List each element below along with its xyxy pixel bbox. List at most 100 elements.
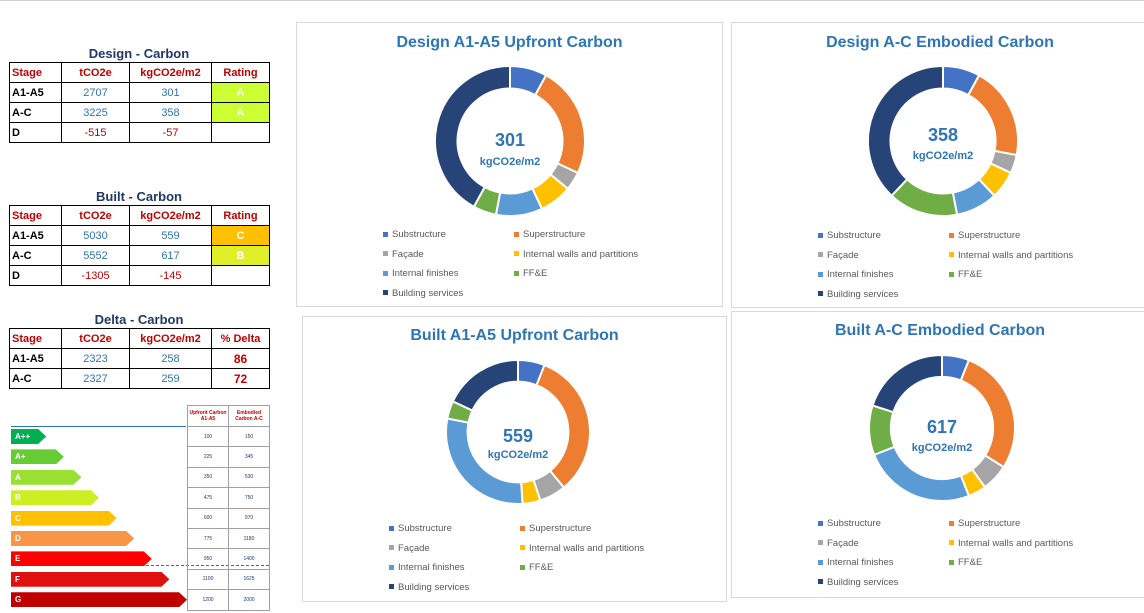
built-embodied-chart-panel: Built A-C Embodied Carbon 617 kgCO2e/m2 … [731,311,1144,598]
scale-row: 100 150 [187,425,270,448]
legend-item: Façade [383,249,424,260]
legend-label: FF&E [958,557,983,568]
rating-arrow-g: G [11,592,187,607]
donut-slice-internal-finishes [494,187,544,217]
legend-item: Internal walls and partitions [949,250,1073,261]
center-value: 358 [927,125,959,145]
legend-label: FF&E [958,269,983,280]
scale-row: 1200 2000 [187,589,270,611]
embodied-threshold: 1400 [228,548,270,570]
embodied-threshold: 530 [228,466,270,489]
header-cell: kgCO2e/m2 [129,205,212,226]
delta-percent-cell: 86 [211,348,270,369]
legend-label: Internal walls and partitions [529,542,645,554]
stage-cell: A-C [9,368,62,389]
tco2e-cell: -1305 [61,265,130,286]
legend-item: Substructure [818,230,881,241]
kgco2e-cell: 258 [129,348,212,369]
legend-label: Façade [392,248,424,260]
rating-arrow-d: D [11,531,134,546]
legend-label: Internal walls and partitions [958,537,1074,549]
legend-swatch [520,545,525,551]
design-carbon-table: Stage tCO2e kgCO2e/m2 Rating A1-A5 2707 … [9,62,270,143]
legend-item: Façade [818,250,859,261]
legend-item: Internal finishes [389,562,465,573]
legend-label: Superstructure [529,523,592,534]
scale-row: 225 345 [187,446,270,468]
upfront-threshold: 1200 [187,589,229,611]
legend-swatch [818,540,823,546]
kgco2e-cell: -57 [129,122,212,143]
legend-swatch [818,579,823,585]
header-cell: Rating [211,205,270,226]
table-row: D -515 -57 [9,122,270,143]
table-title: Delta - Carbon [94,312,184,327]
table-row: A1-A5 2323 258 86 [9,348,270,369]
legend-swatch [383,251,388,257]
kgco2e-cell: 559 [129,225,212,246]
legend-label: Substructure [392,229,446,240]
table-header-row: Stage tCO2e kgCO2e/m2 Rating [9,62,270,83]
legend-swatch [949,559,954,565]
legend-label: Façade [827,537,859,549]
legend-label: Internal walls and partitions [958,249,1074,261]
legend-swatch [514,231,519,237]
tco2e-cell: 2327 [61,368,130,389]
upfront-threshold: 775 [187,527,229,550]
built-carbon-block: Built - Carbon Stage tCO2e kgCO2e/m2 Rat… [9,189,270,286]
delta-carbon-table: Stage tCO2e kgCO2e/m2 % Delta A1-A5 2323… [9,328,270,389]
embodied-threshold: 970 [228,507,270,529]
legend-label: Superstructure [523,229,586,240]
scale-row: 1100 1625 [187,568,270,591]
legend-label: Superstructure [958,518,1021,529]
tco2e-cell: 5030 [61,225,130,246]
rating-arrow-c: C [11,511,117,526]
center-value: 301 [494,130,526,150]
legend-swatch [949,520,954,526]
scale-row: 350 530 [187,466,270,489]
legend-swatch [520,525,525,531]
tco2e-cell: -515 [61,122,130,143]
legend-item: Substructure [389,523,452,534]
rating-arrow-f: F [11,572,169,587]
legend-swatch [949,252,954,258]
legend-item: Superstructure [514,229,585,240]
upfront-threshold: 950 [187,548,229,570]
header-cell: Stage [9,328,62,349]
scale-row: 775 1180 [187,527,270,550]
legend-label: Façade [827,249,859,261]
center-unit: kgCO2e/m2 [912,150,974,162]
table-row: A-C 5552 617 B [9,245,270,266]
legend-item: FF&E [949,269,982,280]
rating-arrow-e: E [11,551,152,566]
header-cell: Stage [9,62,62,83]
table-title: Built - Carbon [96,189,182,204]
embodied-threshold: 345 [228,446,270,468]
kgco2e-cell: 259 [129,368,212,389]
built-carbon-table: Stage tCO2e kgCO2e/m2 Rating A1-A5 5030 … [9,205,270,286]
legend-swatch [818,271,823,277]
rating-scale-table: Upfront Carbon A1-A5 Embodied Carbon A-C… [187,405,270,611]
chart-title: Built A1-A5 Upfront Carbon [410,327,619,344]
upfront-threshold: 600 [187,507,229,529]
scale-row: 950 1400 [187,548,270,570]
legend-item: FF&E [514,268,547,279]
header-cell: Rating [211,62,270,83]
stage-cell: D [9,122,62,143]
rating-badge: B [211,245,270,266]
upfront-threshold: 475 [187,487,229,509]
stage-cell: A1-A5 [9,225,62,246]
delta-carbon-block: Delta - Carbon Stage tCO2e kgCO2e/m2 % D… [9,312,270,389]
legend-label: Substructure [398,523,452,534]
rating-badge: A [211,82,270,103]
legend-swatch [383,270,388,276]
stage-cell: A-C [9,102,62,123]
legend-label: Building services [398,581,470,593]
legend-item: Internal finishes [383,268,459,279]
legend-swatch [389,525,394,531]
tco2e-cell: 3225 [61,102,130,123]
legend-item: FF&E [520,562,553,573]
legend-label: Façade [398,542,430,554]
donut-slice-building-services [871,353,943,414]
header-cell: kgCO2e/m2 [129,328,212,349]
